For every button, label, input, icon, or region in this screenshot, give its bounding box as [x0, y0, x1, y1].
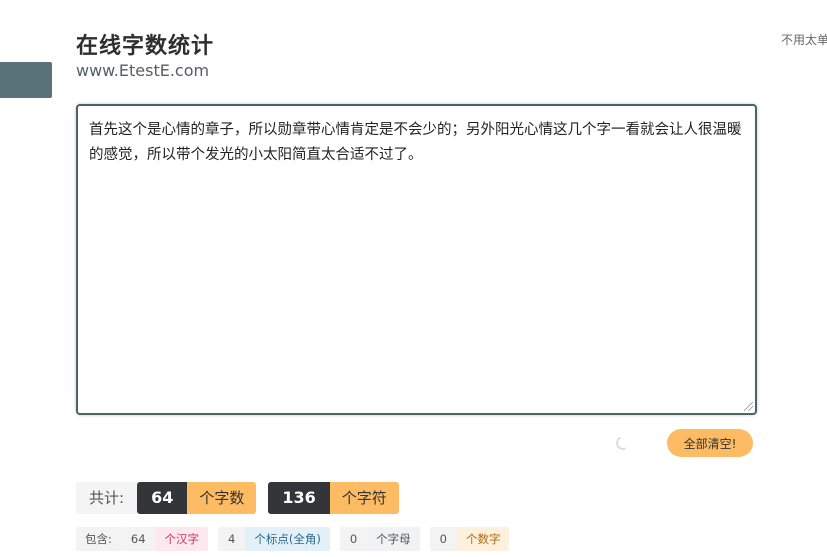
char-count-unit: 个字数: [187, 482, 257, 514]
char-count-badge: 64 个字数: [137, 482, 257, 514]
digit-count-badge: 0 个数字: [429, 527, 510, 551]
digit-count-unit: 个数字: [456, 527, 510, 551]
symbol-count-badge: 136 个字符: [268, 482, 399, 514]
hanzi-count-value: 64: [120, 527, 156, 551]
symbol-count-unit: 个字符: [329, 482, 399, 514]
punct-count-value: 4: [218, 527, 246, 551]
clear-all-button[interactable]: 全部清空!: [667, 429, 753, 457]
letter-count-badge: 0 个字母: [339, 527, 420, 551]
text-input-content: 首先这个是心情的章子，所以勋章带心情肯定是不会少的；另外阳光心情这几个字一看就会…: [89, 122, 742, 163]
letter-count-unit: 个字母: [367, 527, 420, 551]
totals-label: 共计:: [76, 482, 138, 514]
hanzi-count-unit: 个汉字: [155, 527, 209, 551]
totals-bar: 共计: 64 个字数 136 个字符: [76, 482, 411, 514]
top-note-cut-text: 单: [817, 33, 827, 47]
punct-count-unit: 个标点(全角): [245, 527, 330, 551]
symbol-count-value: 136: [268, 482, 330, 514]
top-note-text: 不用太: [781, 33, 818, 47]
digit-count-value: 0: [429, 527, 457, 551]
top-note: 不用太单: [781, 31, 827, 48]
char-count-value: 64: [137, 482, 188, 514]
page-title: 在线字数统计: [76, 34, 215, 59]
hanzi-count-badge: 64 个汉字: [120, 527, 209, 551]
side-tab[interactable]: [0, 62, 52, 98]
details-label: 包含:: [76, 527, 121, 551]
punct-count-badge: 4 个标点(全角): [218, 527, 330, 551]
letter-count-value: 0: [339, 527, 368, 551]
text-input-area[interactable]: 首先这个是心情的章子，所以勋章带心情肯定是不会少的；另外阳光心情这几个字一看就会…: [76, 104, 757, 415]
details-bar: 包含: 64 个汉字 4 个标点(全角) 0 个字母 0 个数字: [76, 527, 519, 551]
site-url: www.EtestE.com: [76, 61, 210, 80]
loading-icon: [614, 434, 632, 452]
resize-handle-icon[interactable]: [744, 402, 753, 411]
